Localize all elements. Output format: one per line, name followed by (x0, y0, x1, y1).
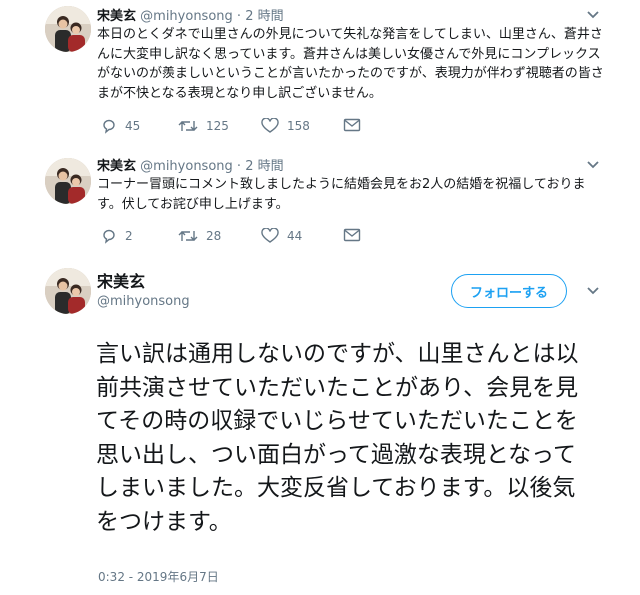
retweet-icon (178, 121, 198, 131)
tweet-text: コーナー冒頭にコメント致しましたように結婚会見をお2人の結婚を祝福しております。… (97, 177, 586, 212)
separator-dot: · (236, 9, 242, 24)
envelope-icon (343, 118, 361, 132)
retweet-button[interactable]: 28 (178, 228, 221, 244)
tweet-2[interactable]: 宋美玄 @mihyonsong · 2 時間 コーナー冒頭にコメント致しましたよ… (0, 150, 640, 255)
like-count: 44 (287, 229, 303, 243)
reply-icon (103, 229, 115, 244)
follow-button[interactable]: フォローする (451, 274, 567, 308)
reply-button[interactable]: 2 (101, 228, 133, 244)
chevron-down-icon[interactable] (586, 286, 600, 296)
tweet-time[interactable]: 2 時間 (245, 9, 283, 24)
tweet-actions: 2 28 44 (101, 228, 401, 248)
like-count: 158 (287, 119, 310, 133)
direct-message-button[interactable] (343, 228, 369, 242)
chevron-down-icon[interactable] (586, 10, 600, 20)
tweet-1[interactable]: 宋美玄 @mihyonsong · 2 時間 本日のとくダネで山里さんの外見につ… (0, 0, 640, 150)
envelope-icon (343, 228, 361, 242)
main-author-name[interactable]: 宋美玄 (97, 268, 145, 292)
reply-count: 45 (125, 119, 141, 133)
avatar[interactable] (45, 6, 91, 52)
separator-dot: · (236, 159, 242, 174)
author-name[interactable]: 宋美玄 (97, 159, 136, 174)
author-handle[interactable]: @mihyonsong (140, 159, 233, 174)
retweet-button[interactable]: 125 (178, 118, 229, 134)
heart-icon (261, 118, 279, 133)
tweet-actions: 45 125 158 (101, 118, 401, 138)
reply-count: 2 (125, 229, 133, 243)
direct-message-button[interactable] (343, 118, 369, 132)
like-button[interactable]: 158 (261, 118, 310, 134)
reply-icon (103, 119, 115, 134)
like-button[interactable]: 44 (261, 228, 302, 244)
author-name[interactable]: 宋美玄 (97, 9, 136, 24)
retweet-count: 28 (206, 229, 222, 243)
tweet-time[interactable]: 2 時間 (245, 159, 283, 174)
heart-icon (261, 228, 279, 243)
main-avatar[interactable] (45, 268, 91, 314)
main-tweet-timestamp[interactable]: 0:32 - 2019年6月7日 (98, 568, 219, 585)
tweet-header: 宋美玄 @mihyonsong · 2 時間 (97, 155, 284, 174)
main-author-handle[interactable]: @mihyonsong (97, 294, 190, 309)
main-tweet-text: 言い訳は通用しないのですが、山里さんとは以前共演させていただいたことがあり、会見… (96, 341, 579, 535)
retweet-icon (178, 231, 198, 241)
author-handle[interactable]: @mihyonsong (140, 9, 233, 24)
tweet-header: 宋美玄 @mihyonsong · 2 時間 (97, 5, 284, 24)
chevron-down-icon[interactable] (586, 160, 600, 170)
tweet-text: 本日のとくダネで山里さんの外見について失礼な発言をしてしまい、山里さん、蒼井さん… (97, 27, 604, 101)
avatar[interactable] (45, 158, 91, 204)
reply-button[interactable]: 45 (101, 118, 140, 134)
retweet-count: 125 (206, 119, 229, 133)
